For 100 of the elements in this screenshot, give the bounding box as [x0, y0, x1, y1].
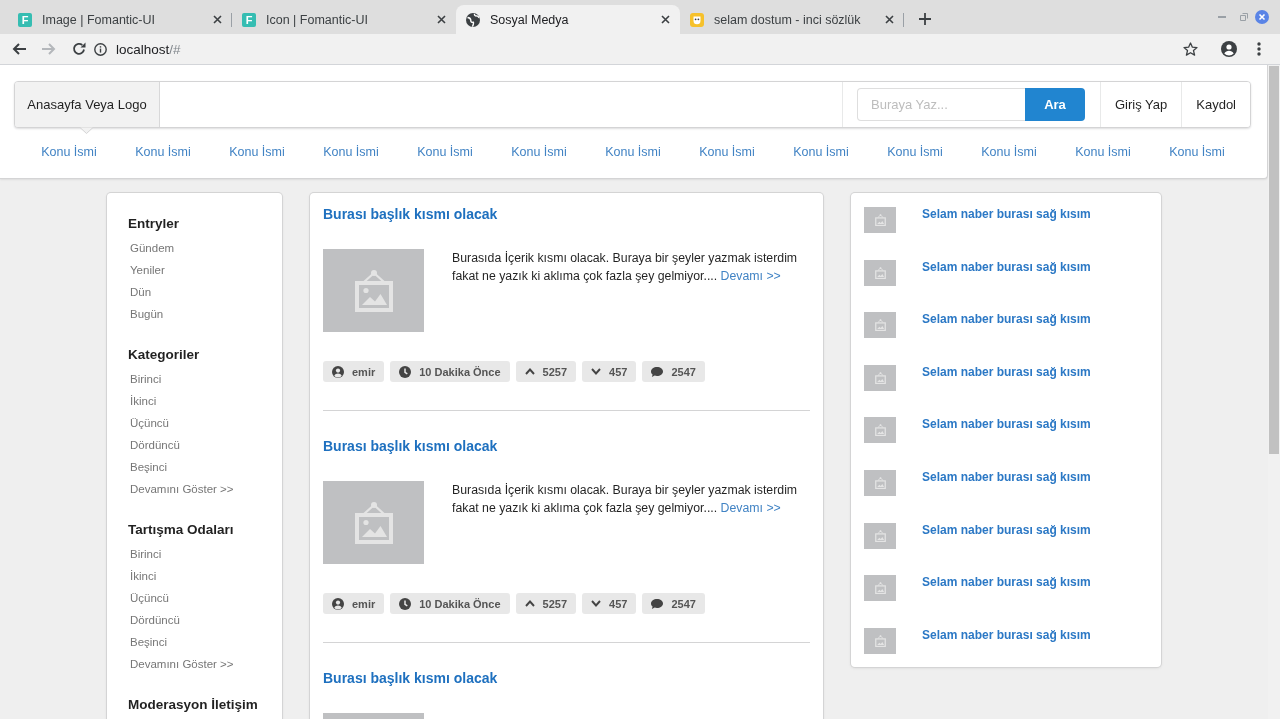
plus-icon[interactable] — [919, 13, 931, 25]
user-icon — [332, 365, 344, 378]
letter-logo-icon: F — [242, 12, 256, 27]
browser-tab[interactable]: F Icon | Fomantic-UI — [232, 5, 456, 34]
globe-icon — [466, 12, 480, 27]
sidebar-link[interactable]: Üçüncü — [130, 412, 169, 434]
section-heading: Tartışma Odaları — [128, 521, 234, 539]
time-text: 10 Dakika Önce — [419, 597, 501, 610]
topic-link[interactable]: Konu İsmi — [135, 145, 191, 159]
post-title-link[interactable]: Burası başlık kısmı olacak — [323, 668, 498, 688]
section-heading: Kategoriler — [128, 346, 200, 364]
sidebar-link[interactable]: Yeniler — [130, 259, 165, 281]
headline-link[interactable]: Selam naber burası sağ kısım — [922, 627, 1091, 642]
sidebar-link[interactable]: Gündem — [130, 237, 175, 259]
search-button[interactable]: Ara — [1025, 88, 1085, 121]
sidebar-link[interactable]: Bugün — [130, 303, 164, 325]
post-title-link[interactable]: Burası başlık kısmı olacak — [323, 436, 498, 456]
sidebar-link[interactable]: İkinci — [130, 565, 157, 587]
topic-link[interactable]: Konu İsmi — [1075, 145, 1131, 159]
speech-bubble-icon — [651, 598, 664, 609]
close-icon[interactable] — [437, 15, 446, 24]
picture-frame-icon — [874, 424, 886, 437]
topic-link[interactable]: Konu İsmi — [1169, 145, 1225, 159]
sidebar-link[interactable]: Devamını Göster >> — [130, 478, 234, 500]
headline-link[interactable]: Selam naber burası sağ kısım — [922, 364, 1091, 379]
headline-link[interactable]: Selam naber burası sağ kısım — [922, 259, 1091, 274]
address-bar[interactable]: localhost/# — [94, 41, 181, 57]
picture-frame-icon — [874, 266, 886, 279]
topic-link[interactable]: Konu İsmi — [887, 145, 943, 159]
sidebar-link[interactable]: Beşinci — [130, 456, 168, 478]
topic-link[interactable]: Konu İsmi — [605, 145, 661, 159]
sidebar-link[interactable]: Birinci — [130, 368, 162, 390]
topic-link[interactable]: Konu İsmi — [699, 145, 755, 159]
close-icon[interactable] — [885, 15, 894, 24]
headline-link[interactable]: Selam naber burası sağ kısım — [922, 207, 1091, 221]
post-excerpt: Burasıda İçerik kısmı olacak. Buraya bir şeyler yazmak isterdim fakat ne yazık ki aklıma çok fazla şey gelmiyor.... Devamı >> — [452, 482, 799, 517]
headline-link[interactable]: Selam naber burası sağ kısım — [922, 469, 1091, 484]
downvote-button[interactable]: 457 — [582, 361, 637, 382]
picture-frame-icon — [354, 501, 393, 544]
sidebar-link[interactable]: Birinci — [130, 543, 162, 565]
headline-link[interactable]: Selam naber burası sağ kısım — [922, 575, 1091, 590]
browser-tab[interactable]: Sosyal Medya — [456, 5, 680, 34]
sidebar-link[interactable]: Dördüncü — [130, 609, 180, 631]
picture-frame-icon — [874, 582, 886, 595]
account-icon[interactable] — [1221, 41, 1237, 57]
menu-icon[interactable] — [1257, 42, 1261, 56]
scrollbar-thumb[interactable] — [1269, 66, 1279, 454]
sidebar-link[interactable]: Devamını Göster >> — [130, 653, 234, 675]
home-menu-item[interactable]: Anasayfa Veya Logo — [15, 82, 160, 127]
upvote-button[interactable]: 5257 — [515, 361, 577, 382]
sidebar-link[interactable]: Dördüncü — [130, 434, 180, 456]
topic-link[interactable]: Konu İsmi — [323, 145, 379, 159]
close-icon[interactable] — [661, 15, 670, 24]
info-icon[interactable] — [94, 42, 107, 56]
topic-link[interactable]: Konu İsmi — [981, 145, 1037, 159]
sidebar-link[interactable]: Beşinci — [130, 631, 168, 653]
sidebar-link[interactable]: Dün — [130, 281, 152, 303]
sidebar-link[interactable]: İkinci — [130, 390, 157, 412]
post-excerpt: Burasıda İçerik kısmı olacak. Buraya bir şeyler yazmak isterdim fakat ne yazık ki aklıma çok fazla şey gelmiyor.... Devamı >> — [452, 250, 799, 285]
star-icon[interactable] — [1183, 42, 1198, 56]
chevron-down-icon — [591, 368, 602, 375]
read-more-link[interactable]: Devamı >> — [720, 269, 781, 283]
menu-item[interactable]: Kaydol — [1181, 82, 1250, 127]
post-title-link[interactable]: Burası başlık kısmı olacak — [323, 204, 498, 224]
comments-button[interactable]: 2547 — [642, 593, 705, 614]
search-field[interactable]: Buraya Yaz... — [857, 88, 1025, 121]
back-arrow-icon[interactable] — [12, 43, 26, 55]
headline-link[interactable]: Selam naber burası sağ kısım — [922, 522, 1091, 537]
picture-frame-icon — [874, 371, 886, 384]
comments-button[interactable]: 2547 — [642, 361, 705, 382]
topic-link[interactable]: Konu İsmi — [417, 145, 473, 159]
topic-link[interactable]: Konu İsmi — [793, 145, 849, 159]
read-more-link[interactable]: Devamı >> — [720, 501, 781, 515]
section-heading: Moderasyon İletişim — [128, 696, 258, 714]
menu-item[interactable]: Giriş Yap — [1100, 82, 1182, 127]
author-button[interactable]: emir — [323, 593, 385, 614]
browser-tab[interactable]: F Image | Fomantic-UI — [8, 5, 232, 34]
picture-frame-icon — [874, 319, 886, 332]
picture-frame-icon — [874, 529, 886, 542]
letter-logo-icon: F — [18, 12, 32, 27]
speech-bubble-icon — [651, 366, 664, 377]
downvote-button[interactable]: 457 — [582, 593, 637, 614]
close-icon[interactable] — [213, 15, 222, 24]
picture-frame-icon — [874, 476, 886, 489]
sidebar-link[interactable]: Üçüncü — [130, 587, 169, 609]
chevron-up-icon — [524, 600, 535, 607]
picture-frame-icon — [354, 269, 393, 312]
author-button[interactable]: emir — [323, 361, 385, 382]
topic-link[interactable]: Konu İsmi — [229, 145, 285, 159]
chevron-down-icon — [591, 600, 602, 607]
reload-icon[interactable] — [72, 42, 86, 56]
user-icon — [332, 597, 344, 610]
browser-tab[interactable]: selam dostum - inci sözlük — [680, 5, 904, 34]
headline-link[interactable]: Selam naber burası sağ kısım — [922, 417, 1091, 432]
time-text: 10 Dakika Önce — [419, 365, 501, 378]
topic-link[interactable]: Konu İsmi — [41, 145, 97, 159]
upvote-button[interactable]: 5257 — [515, 593, 577, 614]
picture-frame-icon — [874, 634, 886, 647]
topic-link[interactable]: Konu İsmi — [511, 145, 567, 159]
headline-link[interactable]: Selam naber burası sağ kısım — [922, 312, 1091, 327]
